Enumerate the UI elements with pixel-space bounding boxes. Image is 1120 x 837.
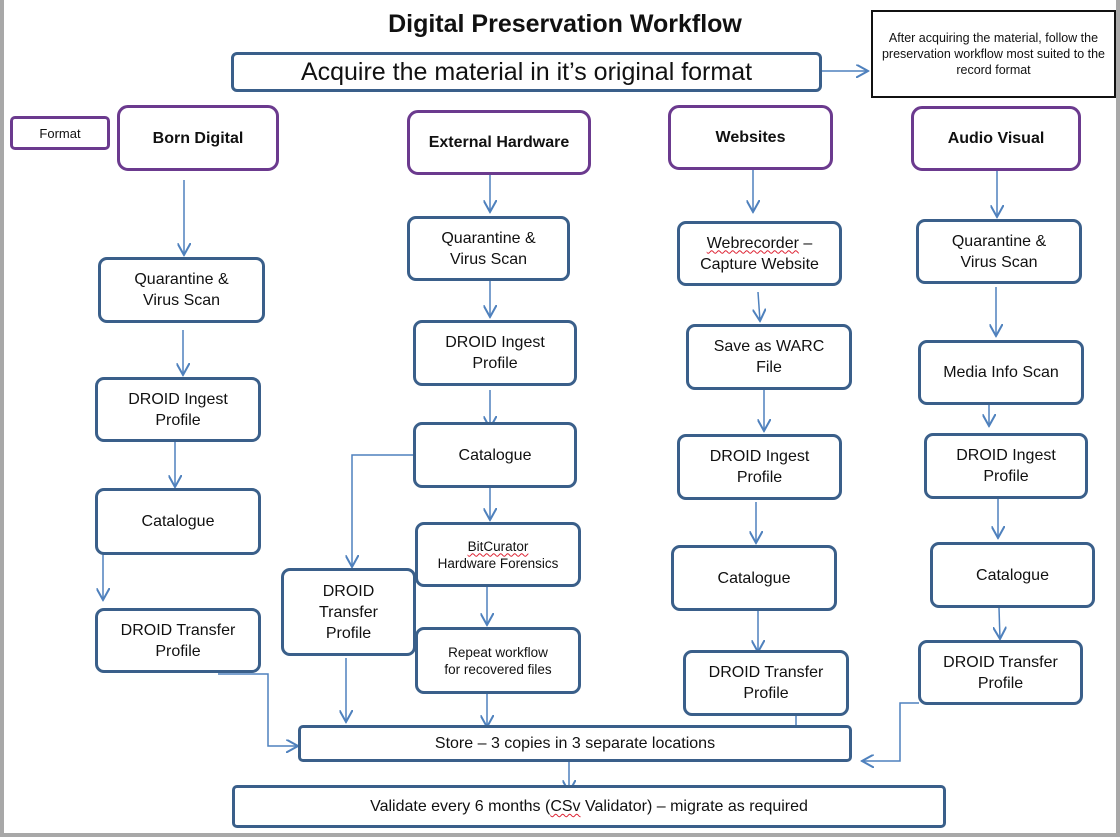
page-title: Digital Preservation Workflow bbox=[388, 10, 742, 38]
step-webrecorder-capture: Webrecorder – Capture Website bbox=[677, 221, 842, 286]
step-catalogue: Catalogue bbox=[95, 488, 261, 555]
validate-prefix: Validate every 6 months ( bbox=[370, 798, 551, 815]
validate-suffix: Validator) – migrate as required bbox=[580, 798, 808, 815]
step-repeat-workflow: Repeat workflow for recovered files bbox=[415, 627, 581, 694]
webrecorder-term: Webrecorder bbox=[706, 234, 799, 252]
arrow bbox=[352, 454, 415, 567]
acquire-step: Acquire the material in it’s original fo… bbox=[231, 52, 822, 92]
step-droid-ingest-profile: DROID Ingest Profile bbox=[677, 434, 842, 500]
step-droid-ingest-profile: DROID Ingest Profile bbox=[413, 320, 577, 386]
step-catalogue: Catalogue bbox=[413, 422, 577, 488]
store-step: Store – 3 copies in 3 separate locations bbox=[298, 725, 852, 762]
step-droid-transfer-profile: DROID Transfer Profile bbox=[281, 568, 416, 656]
bitcurator-term: BitCurator bbox=[467, 538, 529, 554]
step-droid-ingest-profile: DROID Ingest Profile bbox=[924, 433, 1088, 499]
step-quarantine-virus-scan: Quarantine & Virus Scan bbox=[407, 216, 570, 281]
step-droid-transfer-profile: DROID Transfer Profile bbox=[918, 640, 1083, 705]
step-droid-ingest-profile: DROID Ingest Profile bbox=[95, 377, 261, 442]
step-droid-transfer-profile: DROID Transfer Profile bbox=[95, 608, 261, 673]
step-catalogue: Catalogue bbox=[671, 545, 837, 611]
step-quarantine-virus-scan: Quarantine & Virus Scan bbox=[98, 257, 265, 323]
csv-term: CSv bbox=[550, 798, 581, 815]
arrow bbox=[999, 607, 1000, 639]
hardware-forensics-text: Hardware Forensics bbox=[437, 555, 559, 571]
arrow bbox=[758, 291, 760, 321]
validate-step: Validate every 6 months (CSv Validator) … bbox=[232, 785, 946, 828]
format-external-hardware: External Hardware bbox=[407, 110, 591, 175]
step-media-info-scan: Media Info Scan bbox=[918, 340, 1084, 405]
step-catalogue: Catalogue bbox=[930, 542, 1095, 608]
format-label: Format bbox=[10, 116, 110, 150]
step-save-as-warc: Save as WARC File bbox=[686, 324, 852, 390]
format-audio-visual: Audio Visual bbox=[911, 106, 1081, 171]
arrow bbox=[862, 702, 919, 761]
step-quarantine-virus-scan: Quarantine & Virus Scan bbox=[916, 219, 1082, 284]
instruction-note: After acquiring the material, follow the… bbox=[871, 10, 1116, 98]
format-born-digital: Born Digital bbox=[117, 105, 279, 171]
step-bitcurator-hardware-forensics: BitCurator Hardware Forensics bbox=[415, 522, 581, 587]
format-websites: Websites bbox=[668, 105, 833, 170]
arrow bbox=[218, 673, 298, 746]
step-droid-transfer-profile: DROID Transfer Profile bbox=[683, 650, 849, 716]
